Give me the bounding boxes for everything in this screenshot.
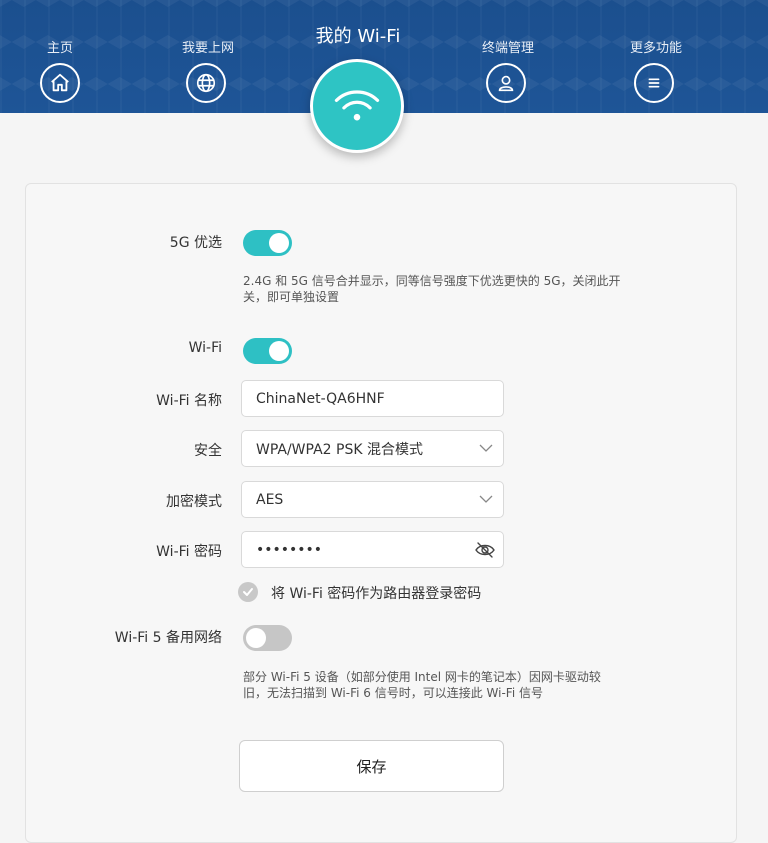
wifi-toggle[interactable] bbox=[243, 338, 292, 364]
band-pref-label: 5G 优选 bbox=[169, 235, 222, 251]
nav-item-my-wifi[interactable] bbox=[310, 59, 404, 153]
checkmark-icon bbox=[243, 588, 253, 596]
wifi-icon bbox=[334, 90, 380, 121]
ssid-input[interactable]: ChinaNet-QA6HNF bbox=[241, 380, 504, 417]
menu-icon bbox=[634, 63, 674, 103]
encryption-value: AES bbox=[256, 491, 284, 508]
wifi-label: Wi-Fi bbox=[188, 340, 222, 356]
toggle-knob bbox=[246, 628, 266, 648]
wifi5-backup-toggle[interactable] bbox=[243, 625, 292, 651]
encryption-label: 加密模式 bbox=[166, 494, 222, 510]
globe-icon bbox=[186, 63, 226, 103]
chevron-down-icon bbox=[479, 495, 493, 503]
home-icon bbox=[40, 63, 80, 103]
band-pref-hint: 2.4G 和 5G 信号合并显示，同等信号强度下优选更快的 5G，关闭此开关，即… bbox=[243, 274, 621, 304]
band-pref-toggle[interactable] bbox=[243, 230, 292, 256]
toggle-knob bbox=[269, 341, 289, 361]
password-input[interactable]: •••••••• bbox=[241, 531, 504, 568]
toggle-knob bbox=[269, 233, 289, 253]
nav-label-more: 更多功能 bbox=[629, 41, 682, 56]
ssid-value: ChinaNet-QA6HNF bbox=[256, 390, 385, 407]
password-label: Wi-Fi 密码 bbox=[156, 544, 222, 560]
user-icon bbox=[486, 63, 526, 103]
password-value: •••••••• bbox=[256, 541, 323, 558]
wifi5-backup-hint: 部分 Wi-Fi 5 设备（如部分使用 Intel 网卡的笔记本）因网卡驱动较旧… bbox=[243, 670, 601, 700]
security-select[interactable]: WPA/WPA2 PSK 混合模式 bbox=[241, 430, 504, 467]
security-value: WPA/WPA2 PSK 混合模式 bbox=[256, 441, 423, 458]
nav-active-title: 我的 Wi-Fi bbox=[315, 26, 401, 47]
use-as-admin-label[interactable]: 将 Wi-Fi 密码作为路由器登录密码 bbox=[271, 583, 481, 603]
nav-label-home: 主页 bbox=[46, 41, 73, 56]
security-label: 安全 bbox=[194, 443, 222, 459]
wifi5-backup-label: Wi-Fi 5 备用网络 bbox=[114, 630, 222, 646]
encryption-select[interactable]: AES bbox=[241, 481, 504, 518]
save-button[interactable]: 保存 bbox=[239, 740, 504, 792]
ssid-label: Wi-Fi 名称 bbox=[156, 393, 222, 409]
use-as-admin-checkbox[interactable] bbox=[238, 582, 258, 602]
eye-slash-icon[interactable] bbox=[475, 541, 495, 559]
nav-label-devices: 终端管理 bbox=[481, 41, 534, 56]
chevron-down-icon bbox=[479, 444, 493, 452]
nav-label-internet: 我要上网 bbox=[181, 41, 234, 56]
